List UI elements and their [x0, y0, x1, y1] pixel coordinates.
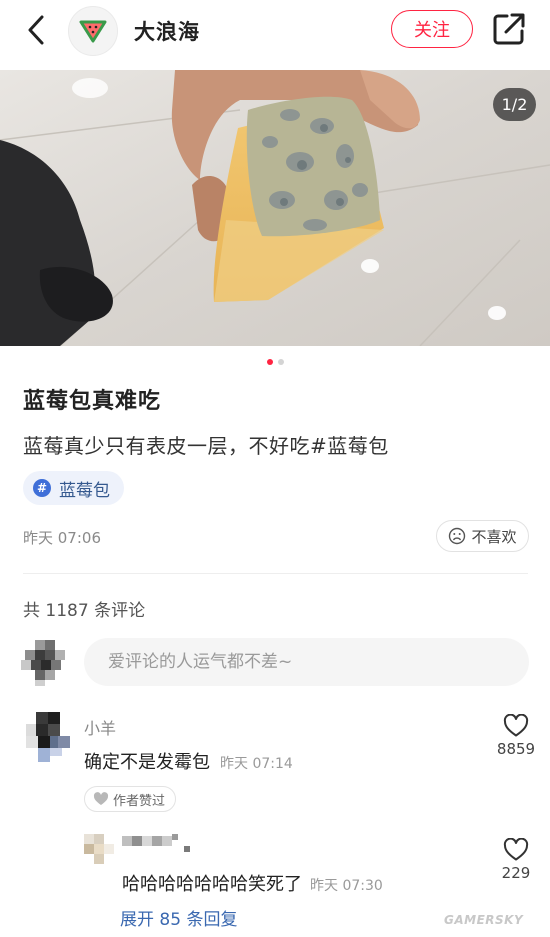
heart-icon: [503, 714, 529, 737]
commenter-avatar-pixelated[interactable]: [26, 712, 70, 762]
watermelon-icon: [79, 20, 107, 43]
comment-input[interactable]: [84, 638, 529, 686]
comment-count: 共 1187 条评论: [23, 601, 146, 621]
share-icon: [493, 13, 525, 45]
author-liked-badge: 作者赞过: [84, 786, 177, 812]
dislike-label: 不喜欢: [471, 527, 517, 546]
site-watermark: GAMERSKY: [444, 913, 524, 927]
my-avatar-pixelated: [21, 640, 69, 686]
reply-like-button[interactable]: 229: [496, 838, 536, 882]
post-image[interactable]: 1/2: [0, 70, 550, 346]
comment-body: 确定不是发霉包: [84, 752, 210, 773]
reply-text: 哈哈哈哈哈哈哈笑死了 昨天 07:30: [122, 870, 383, 896]
post-title: 蓝莓包真难吃: [23, 389, 162, 414]
share-button[interactable]: [492, 12, 528, 48]
top-bar: 大浪海 关注: [0, 0, 550, 68]
topic-tag[interactable]: # 蓝莓包: [23, 471, 124, 505]
comment-like-button[interactable]: 8859: [496, 714, 536, 758]
divider: [23, 573, 528, 574]
comment-text: 确定不是发霉包 昨天 07:14: [84, 748, 293, 774]
reply-like-count: 229: [501, 864, 531, 882]
moldy-bread-photo: [0, 70, 550, 346]
carousel-dot-active[interactable]: [266, 359, 273, 365]
comment-like-count: 8859: [496, 740, 536, 758]
follow-button[interactable]: 关注: [391, 10, 473, 48]
hashtag-icon: #: [33, 479, 51, 497]
author-liked-label: 作者赞过: [113, 793, 166, 809]
topic-tag-label: 蓝莓包: [59, 480, 110, 501]
carousel-indicator: [0, 359, 550, 369]
reply-name-pixelated[interactable]: [122, 834, 194, 858]
author-name[interactable]: 大浪海: [134, 16, 200, 46]
heart-filled-icon: [93, 792, 109, 805]
expand-replies-link[interactable]: 展开 85 条回复: [120, 905, 237, 930]
commenter-name[interactable]: 小羊: [84, 715, 116, 739]
sad-face-icon: [449, 527, 466, 545]
chevron-left-icon: [28, 15, 44, 45]
carousel-dot[interactable]: [277, 359, 284, 365]
reply-time: 昨天 07:30: [310, 878, 383, 894]
comment-time: 昨天 07:14: [220, 756, 293, 772]
reply-body: 哈哈哈哈哈哈哈笑死了: [122, 874, 302, 895]
post-description: 蓝莓真少只有表皮一层，不好吃#蓝莓包: [23, 434, 389, 458]
back-button[interactable]: [22, 12, 50, 48]
author-avatar[interactable]: [68, 6, 118, 56]
dislike-button[interactable]: 不喜欢: [436, 520, 529, 552]
post-time: 昨天 07:06: [23, 529, 101, 547]
reply-avatar-pixelated[interactable]: [84, 834, 118, 866]
heart-icon: [503, 838, 529, 861]
image-page-counter: 1/2: [493, 88, 536, 121]
